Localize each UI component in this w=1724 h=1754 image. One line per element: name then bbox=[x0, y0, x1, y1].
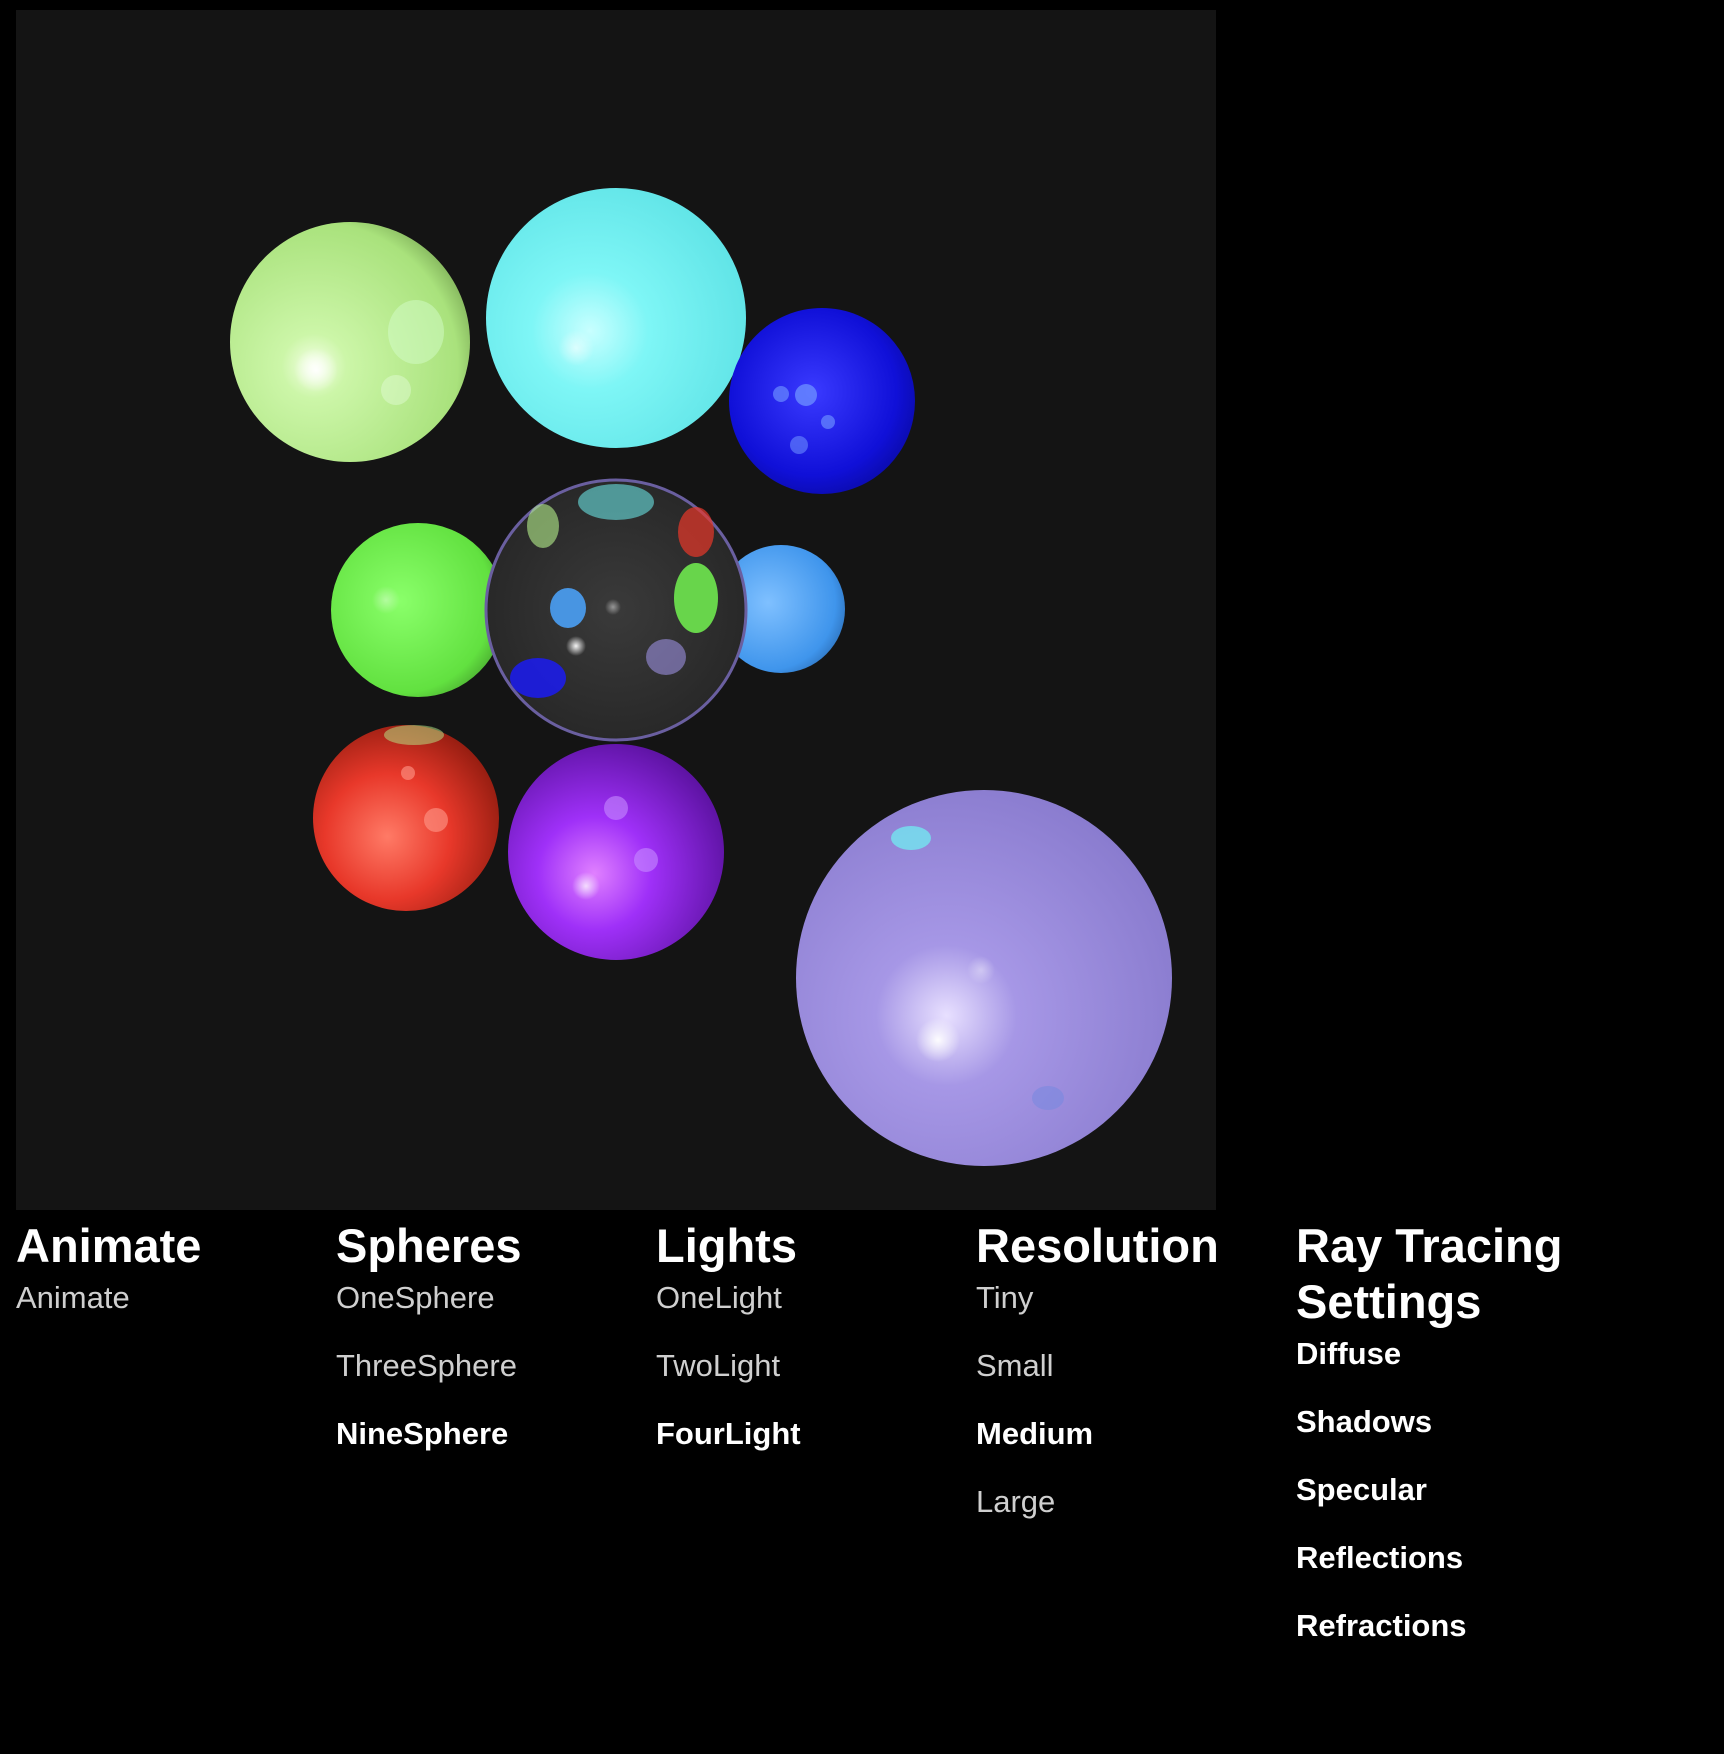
animate-option[interactable]: Animate bbox=[16, 1280, 316, 1348]
setting-reflections[interactable]: Reflections bbox=[1296, 1540, 1696, 1608]
animate-heading: Animate bbox=[16, 1219, 202, 1272]
spheres-option-nine[interactable]: NineSphere bbox=[336, 1416, 636, 1484]
ray-tracing-settings-heading: Ray Tracing Settings bbox=[1296, 1218, 1696, 1330]
red-sphere bbox=[313, 725, 499, 911]
animate-section: Animate Animate bbox=[16, 1218, 316, 1348]
lights-option-four[interactable]: FourLight bbox=[656, 1416, 956, 1484]
ray-tracing-settings-heading-line2: Settings bbox=[1296, 1275, 1482, 1328]
setting-diffuse[interactable]: Diffuse bbox=[1296, 1336, 1696, 1404]
setting-specular[interactable]: Specular bbox=[1296, 1472, 1696, 1540]
resolution-option-small[interactable]: Small bbox=[976, 1348, 1276, 1416]
lights-section: Lights OneLight TwoLight FourLight bbox=[656, 1218, 956, 1484]
spheres-heading: Spheres bbox=[336, 1219, 522, 1272]
lights-heading: Lights bbox=[656, 1219, 797, 1272]
resolution-option-medium[interactable]: Medium bbox=[976, 1416, 1276, 1484]
ray-tracing-settings-section: Ray Tracing Settings Diffuse Shadows Spe… bbox=[1296, 1218, 1696, 1676]
lavender-sphere bbox=[796, 790, 1172, 1166]
resolution-option-tiny[interactable]: Tiny bbox=[976, 1280, 1276, 1348]
setting-refractions[interactable]: Refractions bbox=[1296, 1608, 1696, 1676]
resolution-section: Resolution Tiny Small Medium Large bbox=[976, 1218, 1276, 1552]
resolution-heading: Resolution bbox=[976, 1219, 1219, 1272]
resolution-option-large[interactable]: Large bbox=[976, 1484, 1276, 1552]
spheres-option-three[interactable]: ThreeSphere bbox=[336, 1348, 636, 1416]
setting-shadows[interactable]: Shadows bbox=[1296, 1404, 1696, 1472]
lights-option-two[interactable]: TwoLight bbox=[656, 1348, 956, 1416]
glass-sphere bbox=[484, 478, 748, 742]
ray-tracing-settings-heading-line1: Ray Tracing bbox=[1296, 1219, 1563, 1272]
lights-option-one[interactable]: OneLight bbox=[656, 1280, 956, 1348]
render-viewport bbox=[16, 10, 1216, 1210]
violet-sphere bbox=[508, 744, 724, 960]
cyan-sphere bbox=[486, 188, 746, 448]
green-sphere bbox=[331, 523, 505, 697]
spheres-option-one[interactable]: OneSphere bbox=[336, 1280, 636, 1348]
blue-sphere bbox=[729, 308, 915, 494]
lime-sphere bbox=[230, 222, 470, 462]
spheres-section: Spheres OneSphere ThreeSphere NineSphere bbox=[336, 1218, 636, 1484]
